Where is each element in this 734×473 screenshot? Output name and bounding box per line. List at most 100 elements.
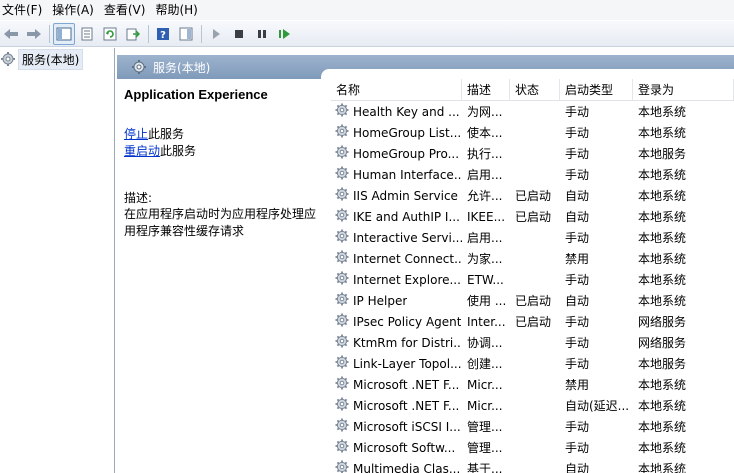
menu-view[interactable]: 查看(V) <box>102 0 154 20</box>
view-pane-icon[interactable] <box>175 23 197 45</box>
restart-service-suffix: 此服务 <box>160 144 197 158</box>
column-header-name[interactable]: ^ 名称 <box>331 79 462 100</box>
service-name-cell: Interactive Servi... <box>331 228 462 247</box>
gear-icon <box>334 102 350 121</box>
gear-icon <box>334 144 350 163</box>
service-description: IKEE... <box>467 209 506 224</box>
service-log-on-as: 本地系统 <box>638 462 687 473</box>
gear-icon <box>334 333 350 352</box>
table-row[interactable]: HomeGroup Pro... 执行... 手动 本地服务 <box>331 143 734 164</box>
service-log-on-as: 本地系统 <box>638 420 687 434</box>
table-row[interactable]: HomeGroup List... 使本... 手动 本地系统 <box>331 122 734 143</box>
pause-icon[interactable] <box>251 23 273 45</box>
service-startup-type: 手动 <box>565 357 590 371</box>
help-icon[interactable]: ? <box>152 23 174 45</box>
column-header-log-on-as[interactable]: 登录为 <box>633 79 734 100</box>
table-row[interactable]: Microsoft Softw... 管理... 手动 本地系统 <box>331 437 734 458</box>
table-row[interactable]: Human Interface... 启用... 手动 本地系统 <box>331 164 734 185</box>
service-description: 执行... <box>467 147 503 161</box>
stop-icon[interactable] <box>228 23 250 45</box>
restart-service-link[interactable]: 重启动 <box>124 144 160 158</box>
table-row[interactable]: IPsec Policy Agent Inter... 已启动 手动 网络服务 <box>331 311 734 332</box>
console-tree: 服务(本地) <box>0 48 115 473</box>
column-header-status[interactable]: 状态 <box>510 79 560 100</box>
show-hide-tree-icon[interactable] <box>53 22 75 45</box>
gear-icon <box>334 165 350 184</box>
service-status: 已启动 <box>515 294 552 308</box>
service-name: Microsoft iSCSI I... <box>353 419 461 434</box>
gear-icon <box>334 270 350 289</box>
table-row[interactable]: Health Key and ... 为网... 手动 本地系统 <box>331 101 734 122</box>
service-log-on-as: 本地系统 <box>638 252 687 266</box>
service-description: 创建... <box>467 357 503 371</box>
menu-help[interactable]: 帮助(H) <box>153 0 205 20</box>
table-row[interactable]: Microsoft .NET F... Micr... 自动(延迟... 本地系统 <box>331 395 734 416</box>
service-startup-type: 禁用 <box>565 252 590 266</box>
table-row[interactable]: Microsoft iSCSI I... 管理... 手动 本地系统 <box>331 416 734 437</box>
sort-ascending-icon: ^ <box>393 79 401 85</box>
resume-icon[interactable] <box>274 23 296 45</box>
service-name: IKE and AuthIP I... <box>353 209 460 224</box>
table-row[interactable]: Microsoft .NET F... Micr... 禁用 本地系统 <box>331 374 734 395</box>
table-row[interactable]: KtmRm for Distri... 协调... 手动 网络服务 <box>331 332 734 353</box>
back-arrow-icon[interactable] <box>0 23 22 45</box>
service-name: HomeGroup List... <box>353 125 462 140</box>
tree-node-services-local[interactable]: 服务(本地) <box>0 48 114 70</box>
service-description: 为家... <box>467 252 503 266</box>
service-name-cell: Microsoft .NET F... <box>331 396 462 415</box>
gear-icon <box>334 354 350 373</box>
service-log-on-as: 网络服务 <box>638 336 687 350</box>
service-log-on-as: 本地系统 <box>638 231 687 245</box>
table-row[interactable]: Link-Layer Topol... 创建... 手动 本地服务 <box>331 353 734 374</box>
gear-icon <box>334 438 350 457</box>
service-startup-type: 手动 <box>565 105 590 119</box>
service-log-on-as: 本地系统 <box>638 210 687 224</box>
menu-action[interactable]: 操作(A) <box>50 0 102 20</box>
refresh-icon[interactable] <box>99 23 121 45</box>
table-row[interactable]: IP Helper 使用 ... 已启动 自动 本地系统 <box>331 290 734 311</box>
service-details-pane: Application Experience 停止此服务 重启动此服务 描述: … <box>117 79 329 473</box>
menu-file[interactable]: 文件(F) <box>0 0 50 20</box>
stop-service-link[interactable]: 停止 <box>124 127 148 141</box>
column-header-startup-type[interactable]: 启动类型 <box>560 79 633 100</box>
service-description: 使本... <box>467 126 503 140</box>
table-row[interactable]: Interactive Servi... 启用... 手动 本地系统 <box>331 227 734 248</box>
service-log-on-as: 本地系统 <box>638 105 687 119</box>
table-row[interactable]: Internet Explore... ETW... 手动 本地系统 <box>331 269 734 290</box>
service-startup-type: 自动(延迟... <box>565 399 630 413</box>
svg-text:?: ? <box>160 30 166 41</box>
service-name-cell: Human Interface... <box>331 165 462 184</box>
service-log-on-as: 本地系统 <box>638 273 687 287</box>
service-name: Microsoft .NET F... <box>353 398 460 413</box>
column-header-description[interactable]: 描述 <box>462 79 510 100</box>
service-startup-type: 手动 <box>565 336 590 350</box>
table-row[interactable]: Multimedia Clas... 基于... 自动 本地系统 <box>331 458 734 473</box>
service-description: Inter... <box>467 314 506 329</box>
export-list-icon[interactable] <box>122 23 144 45</box>
service-name: Internet Connect... <box>353 251 462 266</box>
service-name-cell: Internet Connect... <box>331 249 462 268</box>
table-row[interactable]: Internet Connect... 为家... 禁用 本地系统 <box>331 248 734 269</box>
service-name-cell: IIS Admin Service <box>331 186 462 205</box>
gear-icon <box>334 459 350 473</box>
service-name-cell: Link-Layer Topol... <box>331 354 462 373</box>
table-row[interactable]: IIS Admin Service 允许... 已启动 自动 本地系统 <box>331 185 734 206</box>
forward-arrow-icon[interactable] <box>23 23 45 45</box>
play-icon[interactable] <box>205 23 227 45</box>
service-startup-type: 手动 <box>565 315 590 329</box>
service-status: 已启动 <box>515 189 552 203</box>
gear-icon <box>334 375 350 394</box>
service-startup-type: 自动 <box>565 294 590 308</box>
toolbar-separator <box>201 24 202 43</box>
service-name-cell: HomeGroup List... <box>331 123 462 142</box>
service-log-on-as: 本地系统 <box>638 168 687 182</box>
service-log-on-as: 本地服务 <box>638 147 687 161</box>
menu-bar: 文件(F) 操作(A) 查看(V) 帮助(H) <box>0 0 734 20</box>
service-actions: 停止此服务 重启动此服务 <box>124 126 322 160</box>
service-name-cell: HomeGroup Pro... <box>331 144 462 163</box>
service-name: HomeGroup Pro... <box>353 146 460 161</box>
properties-icon[interactable] <box>76 23 98 45</box>
service-name-cell: Internet Explore... <box>331 270 462 289</box>
service-name-cell: Microsoft .NET F... <box>331 375 462 394</box>
table-row[interactable]: IKE and AuthIP I... IKEE... 已启动 自动 本地系统 <box>331 206 734 227</box>
